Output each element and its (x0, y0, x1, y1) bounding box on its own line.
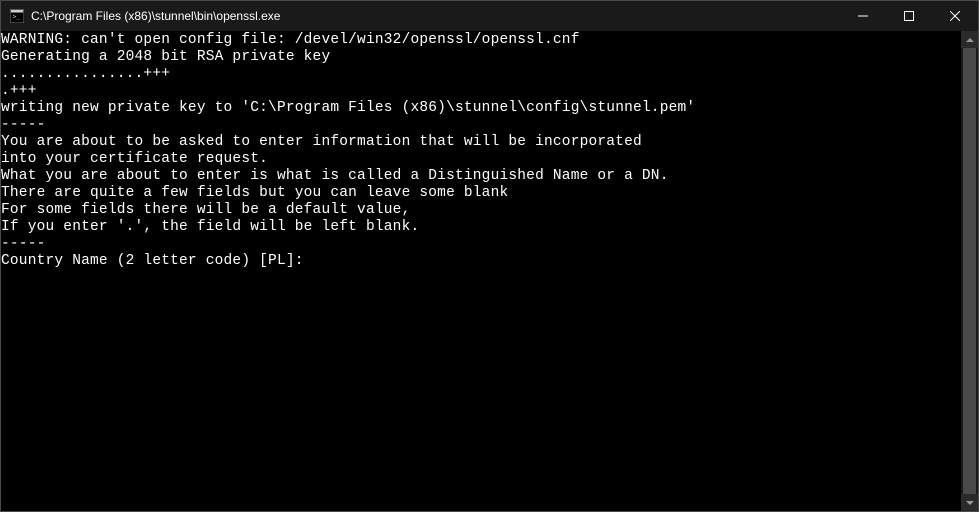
window-controls (840, 1, 978, 31)
scrollbar-track[interactable] (961, 48, 978, 494)
window-titlebar[interactable]: >_ C:\Program Files (x86)\stunnel\bin\op… (1, 1, 978, 31)
minimize-button[interactable] (840, 1, 886, 31)
client-area: WARNING: can't open config file: /devel/… (1, 31, 978, 511)
console-output[interactable]: WARNING: can't open config file: /devel/… (1, 31, 961, 511)
close-button[interactable] (932, 1, 978, 31)
scrollbar-up-button[interactable] (961, 31, 978, 48)
scrollbar-thumb[interactable] (963, 48, 976, 494)
maximize-button[interactable] (886, 1, 932, 31)
console-app-icon: >_ (9, 8, 25, 24)
vertical-scrollbar[interactable] (961, 31, 978, 511)
svg-text:>_: >_ (13, 14, 21, 21)
window-title: C:\Program Files (x86)\stunnel\bin\opens… (31, 9, 840, 23)
scrollbar-down-button[interactable] (961, 494, 978, 511)
